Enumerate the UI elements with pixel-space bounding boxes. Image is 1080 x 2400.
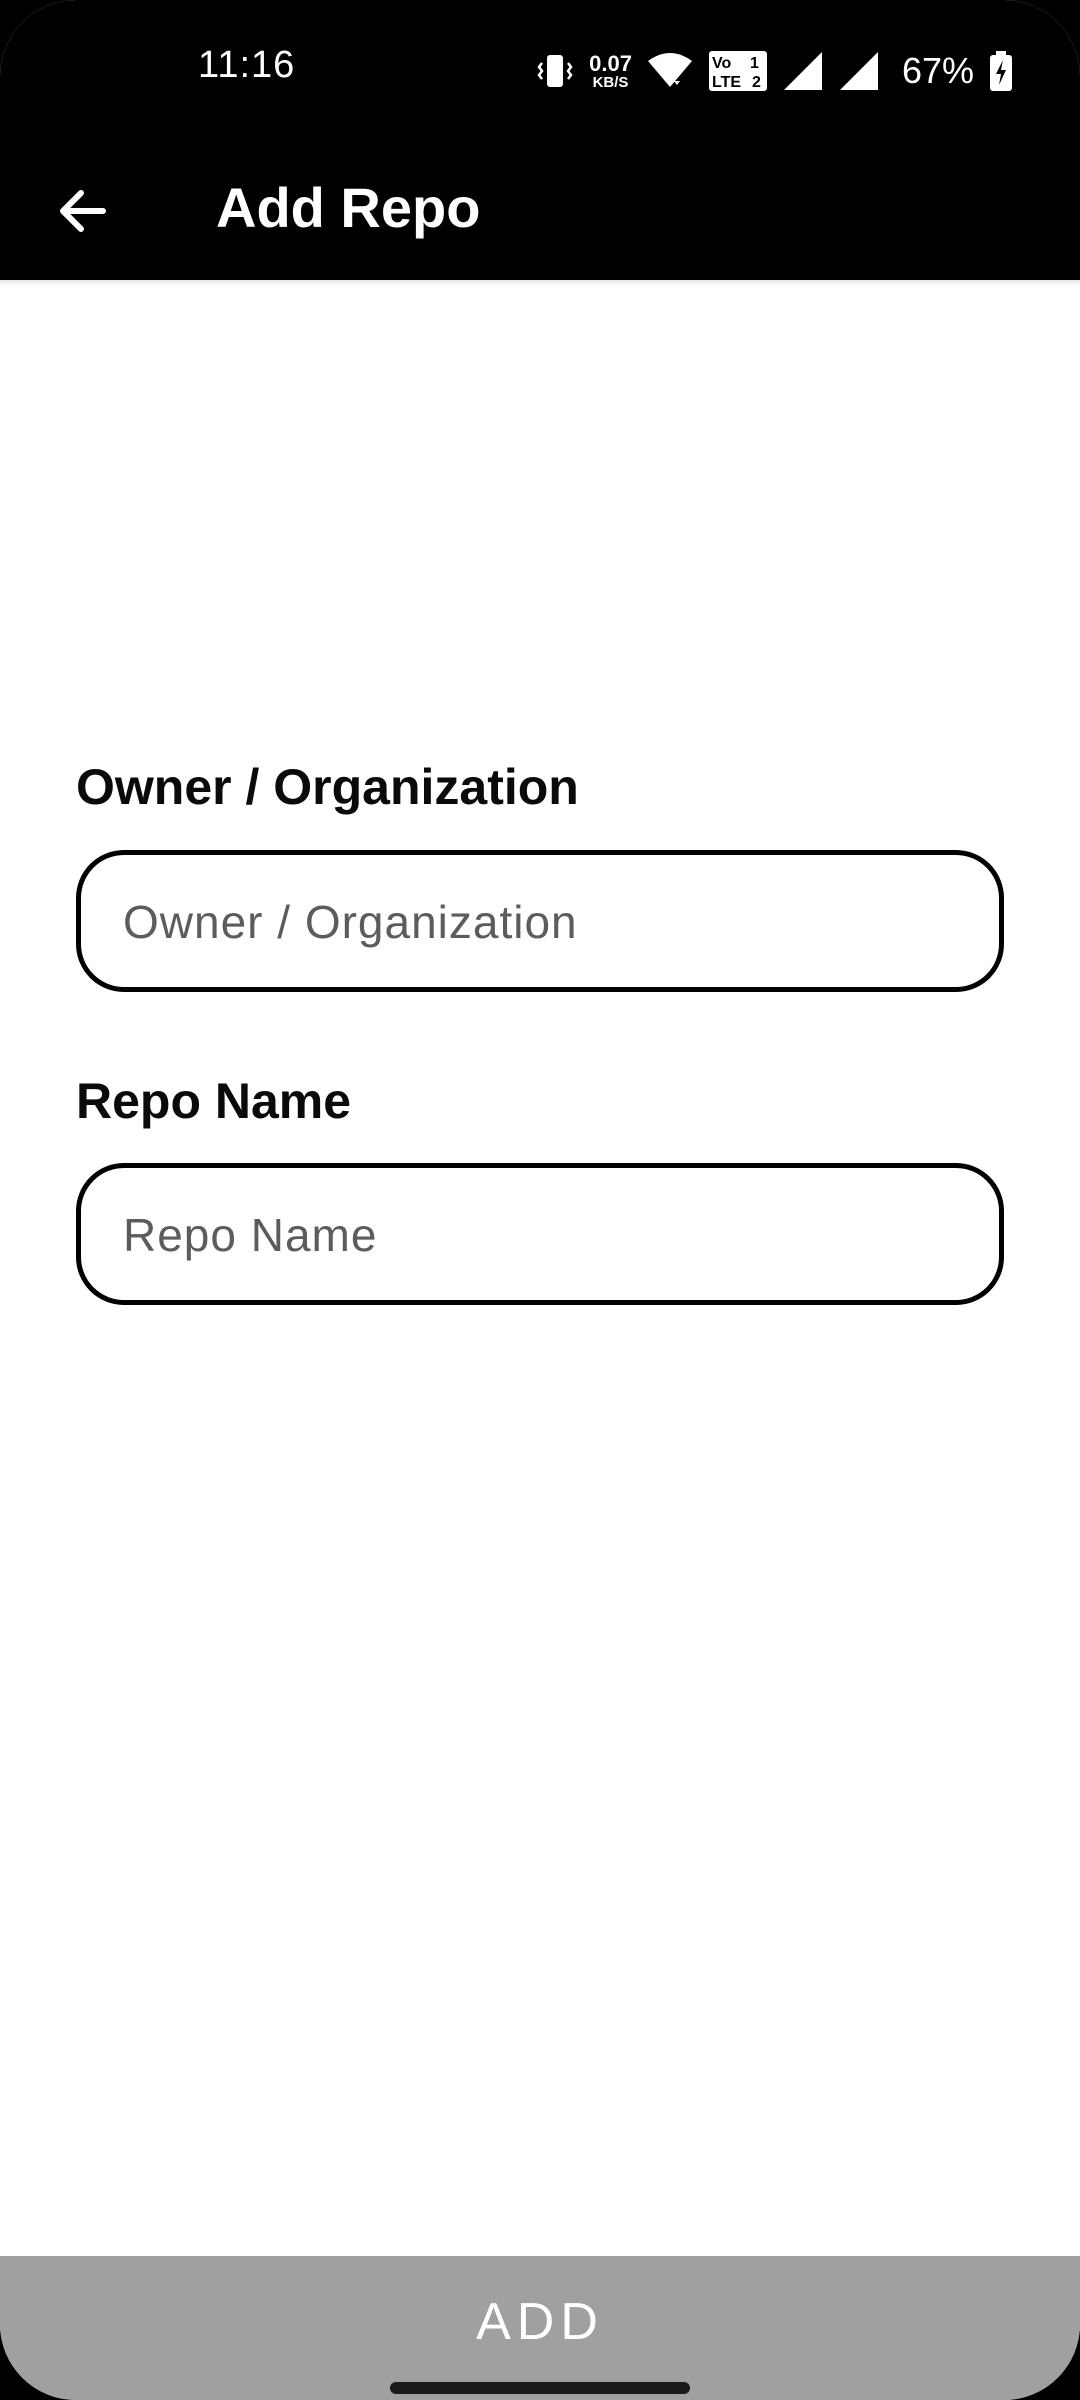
repo-name-input[interactable] bbox=[121, 1168, 965, 1302]
owner-field[interactable] bbox=[76, 850, 1004, 992]
add-repo-screen: 11:16 0.07 KB/S Vo LTE 1 2 67% Add Repo … bbox=[0, 0, 1080, 2400]
app-bar-shadow bbox=[0, 280, 1080, 286]
svg-text:Vo: Vo bbox=[712, 55, 731, 72]
owner-input[interactable] bbox=[121, 855, 965, 989]
svg-text:1: 1 bbox=[750, 55, 759, 72]
status-time: 11:16 bbox=[198, 44, 296, 86]
repo-name-field[interactable] bbox=[76, 1163, 1004, 1305]
volte-lte2-icon: Vo LTE 1 2 bbox=[708, 50, 768, 92]
status-bar: 11:16 0.07 KB/S Vo LTE 1 2 67% bbox=[0, 0, 1080, 142]
signal-icon bbox=[782, 50, 824, 92]
back-button[interactable] bbox=[40, 168, 126, 254]
battery-charging-icon bbox=[988, 50, 1014, 92]
repo-name-field-label: Repo Name bbox=[76, 1073, 352, 1129]
arrow-back-icon bbox=[60, 190, 106, 232]
net-speed-unit: KB/S bbox=[592, 73, 629, 91]
page-title: Add Repo bbox=[216, 176, 481, 239]
svg-text:LTE: LTE bbox=[712, 74, 741, 91]
vibrate-icon bbox=[535, 51, 575, 91]
battery-percent: 67% bbox=[901, 50, 974, 91]
add-button[interactable]: ADD bbox=[0, 2256, 1080, 2400]
home-indicator[interactable] bbox=[390, 2382, 690, 2394]
svg-text:2: 2 bbox=[752, 74, 761, 91]
wifi-icon bbox=[646, 51, 694, 91]
net-speed-value: 0.07 bbox=[589, 50, 632, 76]
owner-field-label: Owner / Organization bbox=[76, 759, 579, 815]
status-icons: 0.07 KB/S Vo LTE 1 2 67% bbox=[535, 46, 1014, 96]
net-speed: 0.07 KB/S bbox=[589, 50, 632, 91]
signal-icon bbox=[838, 50, 880, 92]
app-bar: Add Repo bbox=[0, 142, 1080, 280]
